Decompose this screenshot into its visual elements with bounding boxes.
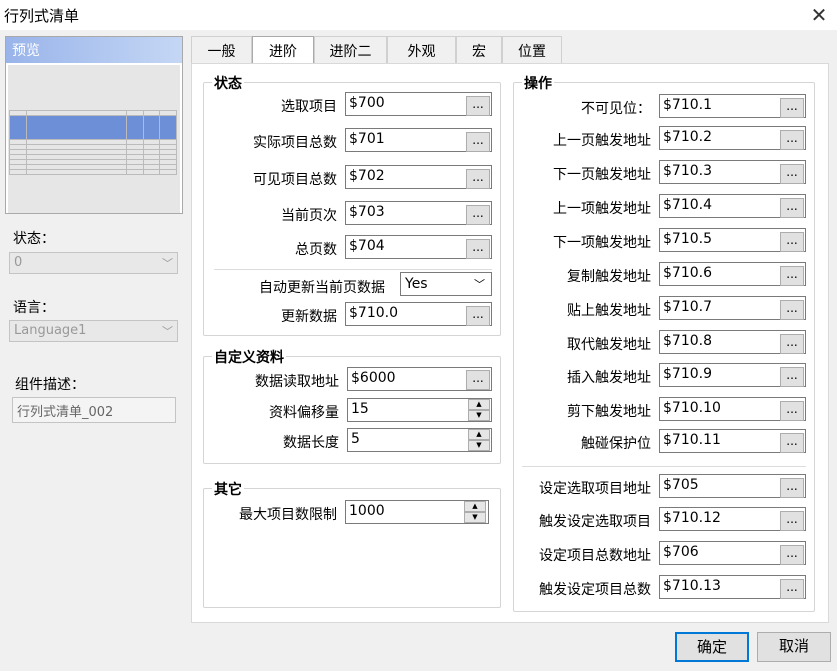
- ops-browse-button-9[interactable]: ...: [780, 401, 804, 421]
- chevron-down-icon: ﹀: [162, 325, 173, 338]
- preview-pane: 预览: [5, 36, 183, 214]
- ops2-browse-button-3[interactable]: ...: [780, 579, 804, 599]
- ops-label-2: 下一页触发地址: [553, 167, 651, 183]
- custom-data-title: 自定义资料: [212, 347, 286, 367]
- language-label: 语言：: [13, 300, 55, 316]
- operations-group-title: 操作: [522, 73, 554, 93]
- ops2-label-3: 触发设定项目总数: [539, 582, 651, 598]
- status-group-title: 状态: [212, 73, 244, 93]
- ops2-label-0: 设定选取项目地址: [539, 481, 651, 497]
- tab-general[interactable]: 一般: [191, 36, 252, 63]
- ops-browse-button-7[interactable]: ...: [780, 334, 804, 354]
- close-icon[interactable]: ✕: [807, 3, 831, 27]
- status-label-3: 当前页次: [281, 208, 337, 224]
- ops-label-8: 插入触发地址: [567, 370, 651, 386]
- step-up-icon[interactable]: ▲: [464, 501, 486, 512]
- ops2-label-2: 设定项目总数地址: [539, 548, 651, 564]
- state-select[interactable]: 0 ﹀: [9, 252, 178, 274]
- language-select[interactable]: Language1 ﹀: [9, 320, 178, 342]
- status-label-0: 选取项目: [281, 99, 337, 115]
- ops2-browse-button-2[interactable]: ...: [780, 545, 804, 565]
- step-up-icon[interactable]: ▲: [468, 399, 490, 410]
- chevron-down-icon: ﹀: [474, 278, 485, 291]
- ops2-browse-button-1[interactable]: ...: [780, 511, 804, 531]
- ops-label-6: 贴上触发地址: [567, 303, 651, 319]
- read-addr-browse-button[interactable]: ...: [466, 370, 490, 390]
- auto-update-select[interactable]: Yes ﹀: [400, 272, 492, 296]
- update-label: 更新数据: [281, 309, 337, 325]
- language-value: Language1: [14, 323, 87, 338]
- ok-button[interactable]: 确定: [675, 632, 749, 662]
- state-value: 0: [14, 255, 23, 270]
- status-browse-button-1[interactable]: ...: [466, 132, 490, 152]
- tab-position[interactable]: 位置: [502, 36, 562, 63]
- ops-label-4: 下一项触发地址: [553, 235, 651, 251]
- ops-label-5: 复制触发地址: [567, 269, 651, 285]
- tab-advanced-2[interactable]: 进阶二: [314, 36, 387, 63]
- ops-browse-button-10[interactable]: ...: [780, 433, 804, 453]
- length-label: 数据长度: [283, 435, 339, 451]
- ops-label-7: 取代触发地址: [567, 337, 651, 353]
- ops-label-0: 不可见位：: [581, 101, 651, 117]
- ops-browse-button-0[interactable]: ...: [780, 98, 804, 118]
- offset-stepper[interactable]: ▲ ▼: [468, 399, 490, 421]
- ops-browse-button-1[interactable]: ...: [780, 130, 804, 150]
- chevron-down-icon: ﹀: [162, 257, 173, 270]
- update-browse-button[interactable]: ...: [466, 306, 490, 326]
- preview-label: 预览: [6, 37, 182, 63]
- ops-browse-button-5[interactable]: ...: [780, 266, 804, 286]
- ops-label-9: 剪下触发地址: [567, 404, 651, 420]
- ops-label-1: 上一页触发地址: [553, 133, 651, 149]
- desc-field[interactable]: 行列式清单_002: [12, 397, 176, 423]
- ops2-browse-button-0[interactable]: ...: [780, 478, 804, 498]
- max-items-label: 最大项目数限制: [239, 507, 337, 523]
- window-title: 行列式清单: [4, 7, 80, 25]
- ops2-label-1: 触发设定选取项目: [539, 514, 651, 530]
- tab-appearance[interactable]: 外观: [387, 36, 456, 63]
- preview-thumbnail: [9, 110, 177, 175]
- step-down-icon[interactable]: ▼: [464, 512, 486, 523]
- step-down-icon[interactable]: ▼: [468, 410, 490, 421]
- status-browse-button-4[interactable]: ...: [466, 239, 490, 259]
- tab-advanced[interactable]: 进阶: [252, 36, 314, 64]
- ops-browse-button-2[interactable]: ...: [780, 164, 804, 184]
- step-up-icon[interactable]: ▲: [468, 429, 490, 440]
- ops-label-10: 触碰保护位: [581, 436, 651, 452]
- max-items-stepper[interactable]: ▲ ▼: [464, 501, 486, 523]
- status-label-4: 总页数: [295, 242, 337, 258]
- offset-label: 资料偏移量: [269, 405, 339, 421]
- read-addr-label: 数据读取地址: [255, 374, 339, 390]
- ops-browse-button-8[interactable]: ...: [780, 367, 804, 387]
- desc-label: 组件描述：: [15, 377, 85, 393]
- divider: [214, 269, 492, 270]
- auto-update-value: Yes: [405, 276, 428, 292]
- ops-label-3: 上一项触发地址: [553, 201, 651, 217]
- status-browse-button-0[interactable]: ...: [466, 96, 490, 116]
- ops-browse-button-4[interactable]: ...: [780, 232, 804, 252]
- status-label-2: 可见项目总数: [253, 172, 337, 188]
- status-label-1: 实际项目总数: [253, 135, 337, 151]
- title-bar: 行列式清单 ✕: [0, 0, 837, 30]
- tab-macro[interactable]: 宏: [456, 36, 502, 63]
- ops-browse-button-3[interactable]: ...: [780, 198, 804, 218]
- state-label: 状态：: [13, 231, 55, 247]
- step-down-icon[interactable]: ▼: [468, 440, 490, 451]
- status-browse-button-2[interactable]: ...: [466, 169, 490, 189]
- cancel-button[interactable]: 取消: [757, 632, 831, 662]
- auto-update-label: 自动更新当前页数据: [259, 280, 385, 296]
- ops-browse-button-6[interactable]: ...: [780, 300, 804, 320]
- other-group-title: 其它: [212, 479, 244, 499]
- divider: [522, 466, 806, 467]
- status-browse-button-3[interactable]: ...: [466, 205, 490, 225]
- length-stepper[interactable]: ▲ ▼: [468, 429, 490, 451]
